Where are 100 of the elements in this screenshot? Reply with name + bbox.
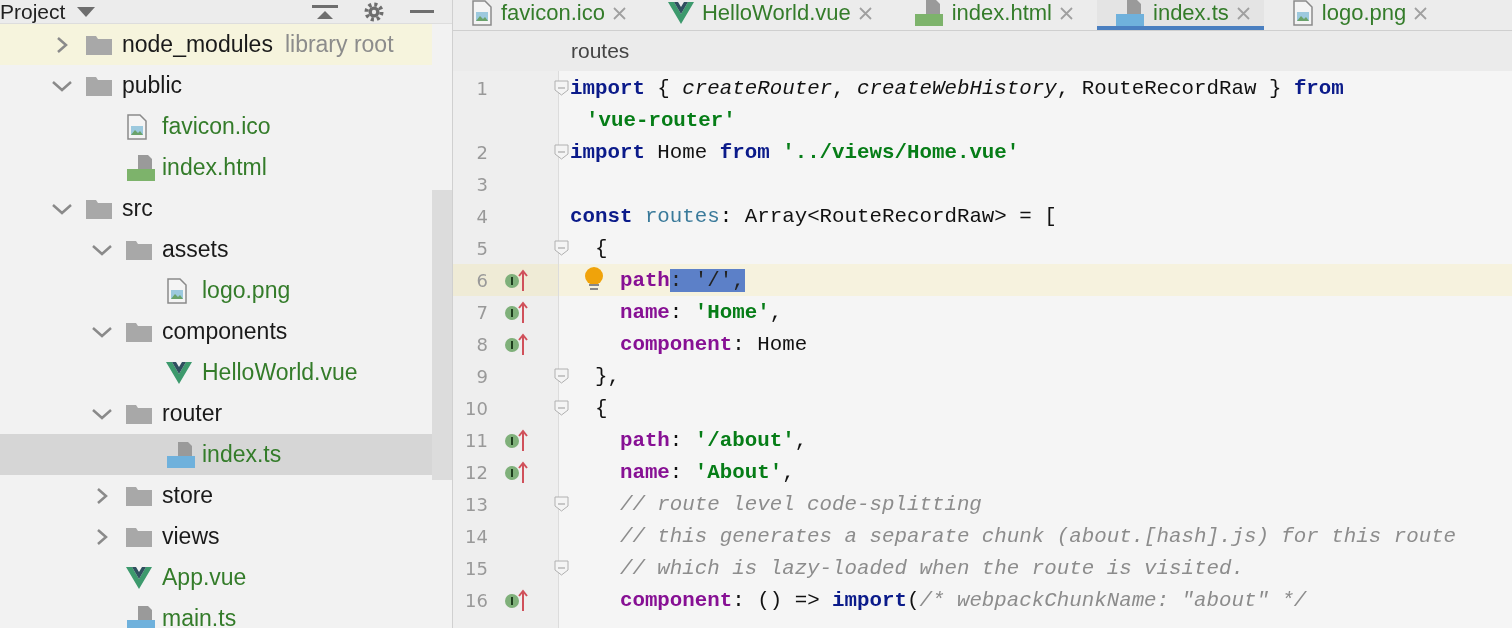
tree-item-label: assets <box>162 236 229 263</box>
circle-arrow-icon[interactable] <box>504 588 528 612</box>
line-number: 12 <box>464 461 488 483</box>
tree-row[interactable]: favicon.ico <box>0 106 432 147</box>
tree-row[interactable]: store <box>0 475 432 516</box>
circle-arrow-icon[interactable] <box>504 460 528 484</box>
tree-row[interactable]: src <box>0 188 432 229</box>
fold-icon[interactable] <box>554 400 569 416</box>
code-line: // this generates a separate chunk (about.[hash].js) for this route <box>618 524 1457 548</box>
fold-icon[interactable] <box>554 496 569 512</box>
ts-file-icon <box>126 604 156 628</box>
close-icon[interactable] <box>612 6 626 20</box>
fold-icon[interactable] <box>554 560 569 576</box>
tree-item-label: HelloWorld.vue <box>202 359 358 386</box>
editor-tab[interactable]: index.html <box>895 0 1087 30</box>
code-line: component: Home <box>618 332 808 356</box>
breadcrumb[interactable]: routes <box>453 31 1512 71</box>
line-number: 9 <box>475 365 488 387</box>
tree-row[interactable]: logo.png <box>0 270 432 311</box>
html-file-icon <box>913 0 944 27</box>
code-line: // which is lazy-loaded when the route is visited. <box>618 556 1244 580</box>
close-icon[interactable] <box>1060 6 1073 20</box>
circle-arrow-icon[interactable] <box>504 300 528 324</box>
close-icon[interactable] <box>1236 6 1250 20</box>
panel-title[interactable]: Project <box>0 0 66 23</box>
tree-item-label: favicon.ico <box>162 113 271 140</box>
lightbulb-icon[interactable] <box>583 267 605 293</box>
circle-arrow-icon[interactable] <box>504 332 528 356</box>
chevron-right-icon[interactable] <box>95 485 109 506</box>
tree-row[interactable]: views <box>0 516 432 557</box>
ts-file-icon <box>1115 0 1145 27</box>
line-number: 4 <box>475 205 488 227</box>
close-icon[interactable] <box>858 6 872 20</box>
editor-tab[interactable]: HelloWorld.vue <box>649 0 886 30</box>
line-number: 8 <box>475 333 488 355</box>
code-line: name: 'About', <box>618 460 795 484</box>
editor-tab[interactable]: index.ts <box>1097 0 1264 30</box>
code-line: // route level code-splitting <box>618 492 982 516</box>
tree-item-label: node_modules <box>122 31 273 58</box>
v-logo-icon <box>667 2 694 24</box>
tree-item-label: logo.png <box>202 277 291 304</box>
fold-icon[interactable] <box>554 240 569 256</box>
folder-icon <box>126 403 152 424</box>
chevron-down-icon[interactable] <box>91 242 113 257</box>
tree-item-label: views <box>162 523 220 550</box>
circle-arrow-icon[interactable] <box>504 428 528 452</box>
tree-item-label: index.ts <box>202 441 282 468</box>
fold-icon[interactable] <box>554 368 569 384</box>
tree-item-label: components <box>162 318 288 345</box>
tree-row[interactable]: index.ts <box>0 434 432 475</box>
code-line: component: () => import(/* webpackChunkName: "about" */ <box>618 588 1307 612</box>
html-file-icon <box>126 153 156 182</box>
editor-tab[interactable]: favicon.ico <box>453 0 640 30</box>
tree-row[interactable]: node_modules library root <box>0 24 432 65</box>
scrollbar-thumb[interactable] <box>432 190 452 480</box>
tree-item-label: main.ts <box>162 605 237 628</box>
editor-tab[interactable]: logo.png <box>1273 0 1442 30</box>
tree-item-note: library root <box>284 31 394 58</box>
tree-row[interactable]: assets <box>0 229 432 270</box>
minimize-icon[interactable] <box>410 9 434 14</box>
tree-row[interactable]: App.vue <box>0 557 432 598</box>
tree-row[interactable]: index.html <box>0 147 432 188</box>
tree-row[interactable]: HelloWorld.vue <box>0 352 432 393</box>
collapse-all-icon[interactable] <box>312 4 338 19</box>
tree-row[interactable]: components <box>0 311 432 352</box>
v-logo-icon <box>126 566 152 589</box>
close-icon[interactable] <box>1414 6 1428 20</box>
circle-arrow-icon[interactable] <box>504 268 528 292</box>
code-line: const routes: Array<RouteRecordRaw> = [ <box>570 204 1057 228</box>
line-number: 15 <box>464 557 488 579</box>
caret-icon[interactable] <box>77 6 96 17</box>
tree-item-label: index.html <box>162 154 267 181</box>
chevron-down-icon[interactable] <box>91 324 113 339</box>
line-number: 3 <box>475 173 488 195</box>
line-number: 1 <box>475 77 488 99</box>
code-line: import Home from '../views/Home.vue' <box>570 140 1020 164</box>
tree-item-label: public <box>122 72 183 99</box>
folder-icon <box>86 34 112 55</box>
line-number: 16 <box>464 589 488 611</box>
folder-icon <box>126 526 152 547</box>
v-logo-icon <box>166 361 192 384</box>
chevron-down-icon[interactable] <box>51 78 73 93</box>
fold-icon[interactable] <box>554 144 569 160</box>
tree-row[interactable]: public <box>0 65 432 106</box>
settings-icon[interactable] <box>364 1 384 22</box>
chevron-down-icon[interactable] <box>91 406 113 421</box>
tree-item-label: App.vue <box>162 564 247 591</box>
chevron-right-icon[interactable] <box>55 34 69 55</box>
line-number: 13 <box>464 493 488 515</box>
line-number: 6 <box>475 269 488 291</box>
code-line: 'vue-router' <box>585 108 736 132</box>
line-number: 11 <box>464 429 488 451</box>
chevron-down-icon[interactable] <box>51 201 73 216</box>
chevron-right-icon[interactable] <box>95 526 109 547</box>
tree-item-label: src <box>122 195 153 222</box>
fold-icon[interactable] <box>554 80 569 96</box>
folder-icon <box>126 239 152 260</box>
tree-row[interactable]: router <box>0 393 432 434</box>
tree-row[interactable]: main.ts <box>0 598 432 628</box>
line-number: 2 <box>475 141 488 163</box>
